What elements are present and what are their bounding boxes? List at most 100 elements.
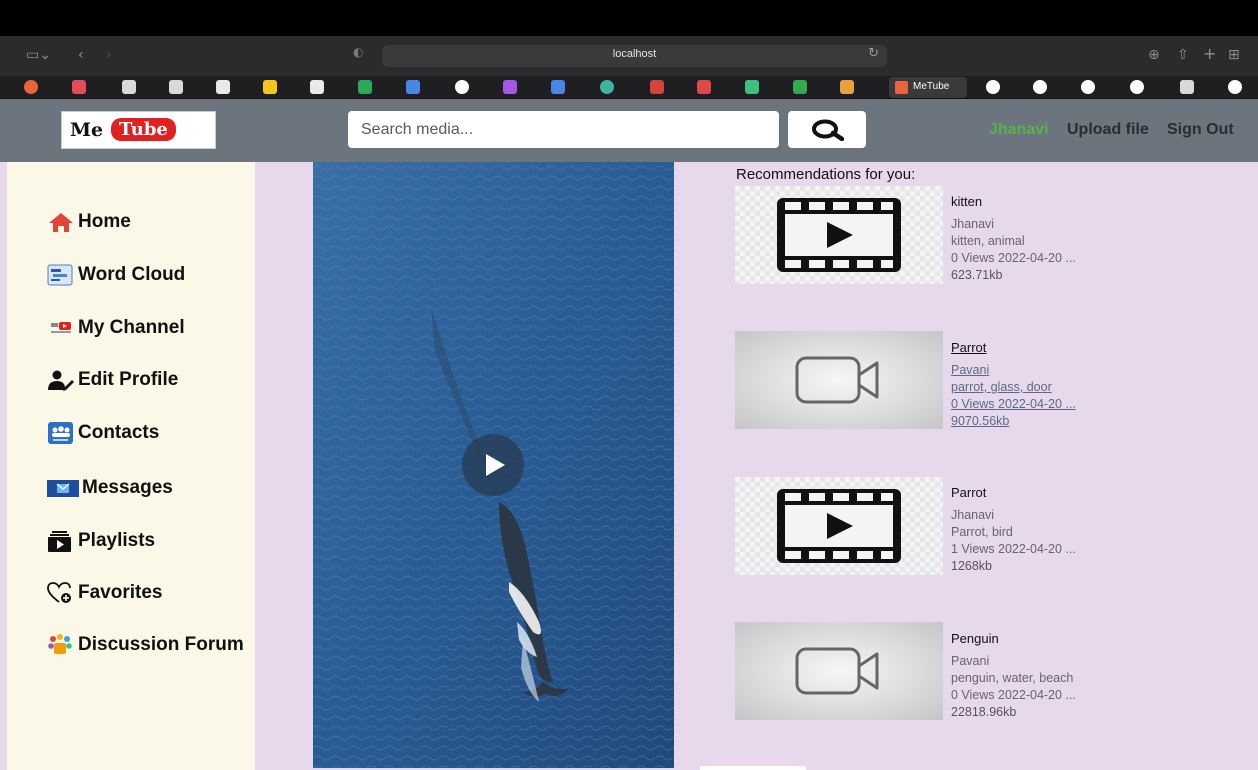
home-icon <box>47 211 75 233</box>
recommendation-tags: kitten, animal <box>951 234 1025 248</box>
metube-logo[interactable]: Me Tube <box>61 111 216 149</box>
tab-favicon[interactable] <box>650 80 664 94</box>
recommendation-thumbnail[interactable] <box>735 622 943 720</box>
sidebar-item-label: Edit Profile <box>78 369 179 390</box>
film-icon <box>777 198 901 272</box>
recommendation-size: 623.71kb <box>951 268 1003 282</box>
tab-favicon[interactable] <box>122 80 136 94</box>
share-icon[interactable]: ⇧ <box>1177 45 1189 65</box>
tab-favicon[interactable] <box>793 80 807 94</box>
word-cloud-icon <box>47 264 75 286</box>
tab-favicon[interactable] <box>986 80 1000 94</box>
play-button[interactable] <box>462 434 524 496</box>
sidebar-item-label: Word Cloud <box>78 264 186 285</box>
tab-favicon[interactable] <box>310 80 324 94</box>
tab-favicon[interactable] <box>216 80 230 94</box>
recommendation-thumbnail[interactable] <box>735 186 943 284</box>
recommendation-thumbnail[interactable] <box>735 477 943 575</box>
film-icon <box>777 489 901 563</box>
sidebar-item-playlists[interactable]: Playlists <box>47 527 155 555</box>
recommendation-item[interactable]: Parrot Pavani parrot, glass, door 0 View… <box>951 340 1251 430</box>
metube-favicon-icon <box>895 81 908 94</box>
sidebar-item-label: Favorites <box>78 582 163 603</box>
upload-file-link[interactable]: Upload file <box>1067 121 1149 139</box>
sidebar-item-contacts[interactable]: Contacts <box>47 419 159 447</box>
recommendation-size: 22818.96kb <box>951 705 1017 719</box>
recommendation-tags: penguin, water, beach <box>951 671 1074 685</box>
sidebar-item-edit-profile[interactable]: Edit Profile <box>47 366 178 394</box>
tab-favicon[interactable] <box>1228 80 1242 94</box>
reload-icon[interactable]: ↻ <box>868 46 879 61</box>
user-name-link[interactable]: Jhanavi <box>989 121 1049 139</box>
recommendation-tags: Parrot, bird <box>951 525 1013 539</box>
recommendation-tags: parrot, glass, door <box>951 380 1052 394</box>
tab-favicon[interactable] <box>697 80 711 94</box>
new-tab-icon[interactable]: + <box>1203 44 1216 64</box>
sidebar-item-discussion-forum[interactable]: Discussion Forum <box>47 631 244 659</box>
tab-favicon[interactable] <box>169 80 183 94</box>
channel-icon <box>47 317 75 339</box>
video-camera-icon <box>795 647 879 695</box>
tab-favicon[interactable] <box>1033 80 1047 94</box>
tab-metube[interactable]: MeTube <box>889 77 967 98</box>
sidebar-item-home[interactable]: Home <box>47 208 131 236</box>
tab-favicon[interactable] <box>72 80 86 94</box>
recommendation-meta: 1 Views 2022-04-20 ... <box>951 542 1076 556</box>
recommendation-item[interactable]: Penguin Pavani penguin, water, beach 0 V… <box>951 631 1251 721</box>
sidebar-item-word-cloud[interactable]: Word Cloud <box>47 261 185 289</box>
app-window: ▭⌄ ‹ › ⊕ ⇧ + ⊞ ◐ localhost ↻ MeTube Me T… <box>0 0 1258 770</box>
tab-label: MeTube <box>913 81 950 92</box>
tab-favicon[interactable] <box>1180 80 1194 94</box>
recommendation-name[interactable]: Penguin <box>951 631 1251 647</box>
tab-favicon[interactable] <box>600 80 614 94</box>
sidebar-item-favorites[interactable]: Favorites <box>47 579 162 607</box>
recommendation-item[interactable]: Parrot Jhanavi Parrot, bird 1 Views 2022… <box>951 485 1251 575</box>
recommendation-thumbnail[interactable] <box>735 331 943 429</box>
search-button[interactable] <box>788 111 866 148</box>
screen-top-bar <box>0 0 1258 36</box>
tab-favicon[interactable] <box>840 80 854 94</box>
recommendation-meta: 0 Views 2022-04-20 ... <box>951 251 1076 265</box>
recommendation-user: Pavani <box>951 654 990 668</box>
tab-favicon[interactable] <box>1081 80 1095 94</box>
recommendations-title: Recommendations for you: <box>736 166 916 183</box>
tab-favicon[interactable] <box>358 80 372 94</box>
sidebar-item-label: My Channel <box>78 317 185 338</box>
tab-favicon[interactable] <box>551 80 565 94</box>
recommendation-meta: 0 Views 2022-04-20 ... <box>951 397 1076 411</box>
tab-overview-icon[interactable]: ⊞ <box>1228 45 1240 65</box>
forward-icon[interactable]: › <box>106 45 112 65</box>
sidebar-item-label: Discussion Forum <box>78 634 244 655</box>
recommendation-name[interactable]: kitten <box>951 194 1251 210</box>
tab-favicon[interactable] <box>24 80 38 94</box>
tab-favicon[interactable] <box>745 80 759 94</box>
playlists-icon <box>47 530 75 552</box>
sidebar-item-my-channel[interactable]: My Channel <box>47 314 185 342</box>
recommendation-user: Jhanavi <box>951 217 995 231</box>
tab-favicon[interactable] <box>503 80 517 94</box>
recommendation-item[interactable]: kitten Jhanavi kitten, animal 0 Views 20… <box>951 194 1251 284</box>
recommendation-name[interactable]: Parrot <box>951 340 1251 356</box>
recommendation-meta: 0 Views 2022-04-20 ... <box>951 688 1076 702</box>
tab-favicon[interactable] <box>263 80 277 94</box>
sidebar <box>7 162 255 770</box>
recommendation-name[interactable]: Parrot <box>951 485 1251 501</box>
sidebar-item-messages[interactable]: Messages <box>47 474 173 502</box>
search-input[interactable] <box>348 111 779 148</box>
tab-favicon[interactable] <box>1130 80 1144 94</box>
address-bar[interactable]: localhost ↻ <box>382 45 887 67</box>
back-icon[interactable]: ‹ <box>78 45 84 65</box>
download-icon[interactable]: ⊕ <box>1148 45 1160 65</box>
tab-favicon[interactable] <box>455 80 469 94</box>
contacts-icon <box>47 422 75 444</box>
tab-favicon[interactable] <box>406 80 420 94</box>
shield-icon: ◐ <box>353 45 364 59</box>
messages-icon <box>47 477 79 499</box>
play-icon <box>486 454 505 476</box>
address-text: localhost <box>612 48 657 60</box>
edit-profile-icon <box>47 369 75 391</box>
sign-out-link[interactable]: Sign Out <box>1167 121 1234 139</box>
sidebar-toggle-icon[interactable]: ▭⌄ <box>26 45 51 65</box>
sidebar-item-label: Playlists <box>78 530 156 551</box>
sidebar-item-label: Home <box>78 211 131 232</box>
